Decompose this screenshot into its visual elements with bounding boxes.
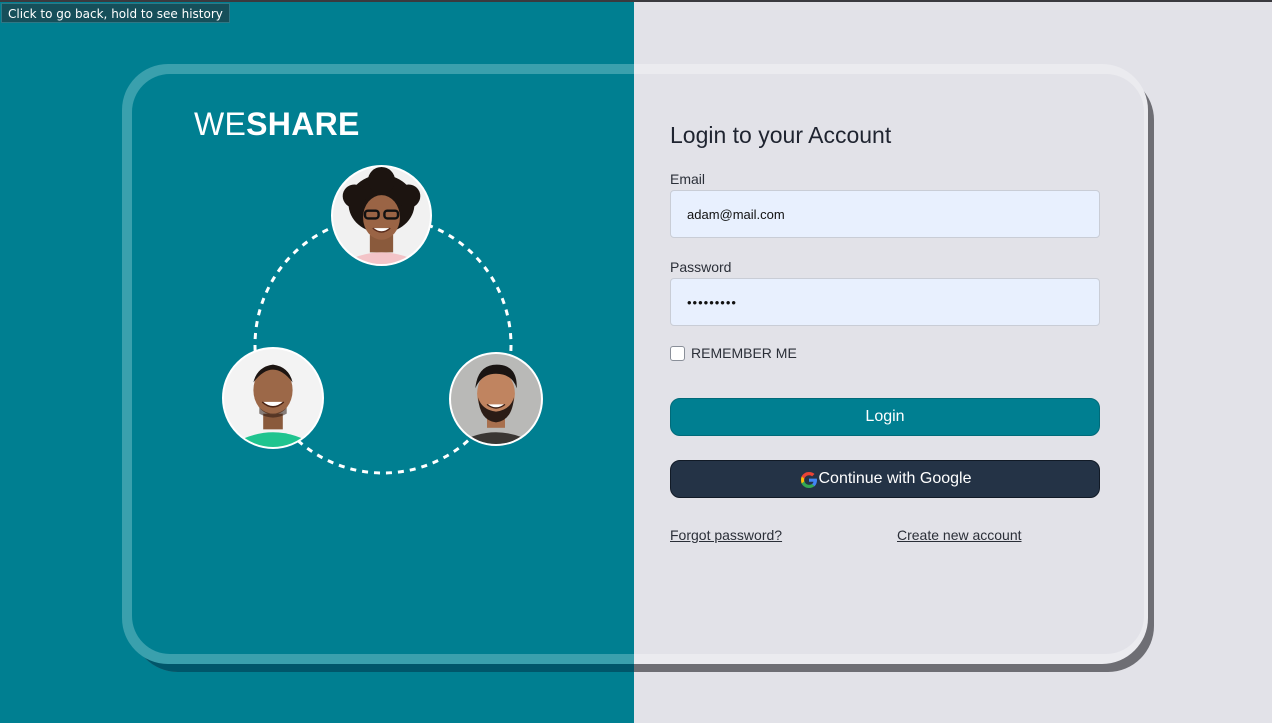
remember-me-row: REMEMBER ME [670,345,797,361]
login-button[interactable]: Login [670,398,1100,436]
back-button-tooltip: Click to go back, hold to see history [1,3,230,23]
man-green-shirt-avatar [222,347,324,449]
browser-top-border [0,0,1272,2]
create-account-link[interactable]: Create new account [897,527,1022,543]
google-login-button[interactable]: Continue with Google [670,460,1100,498]
login-button-label: Login [865,408,905,425]
woman-avatar [331,165,432,266]
login-panel [634,74,1144,654]
remember-me-checkbox[interactable] [670,345,685,361]
forgot-password-link[interactable]: Forgot password? [670,527,782,543]
remember-me-label[interactable]: REMEMBER ME [691,345,797,361]
password-label: Password [670,259,732,275]
weshare-logo: WESHARE [194,106,360,143]
email-label: Email [670,171,706,187]
google-button-label: Continue with Google [818,470,972,487]
logo-text-share: SHARE [246,106,360,142]
bearded-man-avatar [449,352,543,446]
logo-text-we: WE [194,106,247,142]
google-icon [799,470,819,490]
login-title: Login to your Account [670,122,892,148]
email-field[interactable] [670,190,1100,238]
password-field[interactable] [670,278,1100,326]
